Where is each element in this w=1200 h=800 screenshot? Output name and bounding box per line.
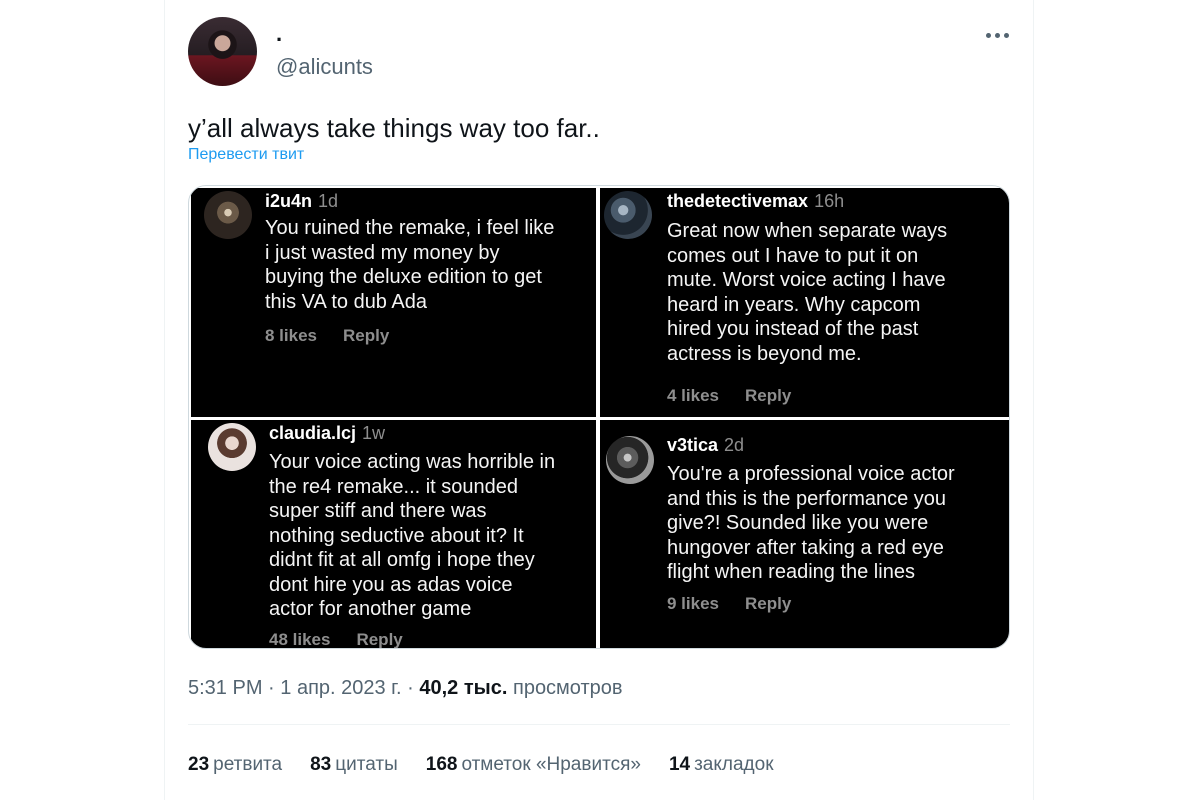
- comment-meta: 9 likes Reply: [667, 594, 792, 613]
- comment-text: You're a professional voice actor and th…: [667, 463, 955, 583]
- comment-screenshot: i2u4n 1d You ruined the remake, i feel li…: [191, 188, 596, 417]
- bookmarks-stat[interactable]: 14 закладок: [669, 753, 774, 777]
- tweet-media-image[interactable]: i2u4n 1d You ruined the remake, i feel li…: [188, 185, 1010, 649]
- display-name[interactable]: .: [276, 22, 282, 46]
- likes-stat[interactable]: 168 отметок «Нравится»: [426, 753, 641, 777]
- tweet-timestamp: 5:31 PM · 1 апр. 2023 г. · 40,2 тыс. про…: [188, 677, 623, 699]
- retweets-stat[interactable]: 23 ретвита: [188, 753, 282, 777]
- comment-meta: 48 likes Reply: [269, 630, 403, 649]
- column-border-right: [1033, 0, 1034, 800]
- translate-tweet-link[interactable]: Перевести твит: [188, 146, 304, 164]
- comment-text: Great now when separate ways comes out I…: [667, 220, 948, 365]
- comment-screenshot: thedetectivemax 16h Great now when separa…: [600, 188, 1009, 417]
- divider: [188, 724, 1010, 725]
- more-options-icon[interactable]: [983, 24, 1011, 46]
- comment-meta: 4 likes Reply: [667, 386, 792, 405]
- commenter-avatar: [208, 423, 256, 471]
- commenter-name: thedetectivemax 16h: [667, 191, 845, 211]
- commenter-avatar: [204, 191, 252, 239]
- tweet-text: y’all always take things way too far..: [188, 113, 600, 143]
- comment-screenshot: v3tica 2d You're a professional voice act…: [600, 420, 1009, 648]
- views-count: 40,2 тыс.: [419, 677, 508, 699]
- user-handle[interactable]: @alicunts: [276, 54, 373, 80]
- avatar[interactable]: [188, 17, 257, 86]
- comment-text: Your voice acting was horrible in the re…: [269, 451, 556, 620]
- commenter-name: i2u4n 1d: [265, 191, 339, 211]
- quotes-stat[interactable]: 83 цитаты: [310, 753, 398, 777]
- commenter-avatar: [604, 191, 652, 239]
- comment-screenshot: claudia.lcj 1w Your voice acting was horr…: [191, 420, 596, 648]
- commenter-name: claudia.lcj 1w: [269, 423, 386, 443]
- comment-meta: 8 likes Reply: [265, 326, 390, 345]
- tweet: . @alicunts y’all always take things way…: [165, 0, 1033, 800]
- commenter-name: v3tica 2d: [667, 435, 745, 455]
- tweet-stats: 23 ретвита 83 цитаты 168 отметок «Нравится»…: [188, 753, 802, 777]
- tweet-date[interactable]: 1 апр. 2023 г.: [280, 677, 401, 699]
- commenter-avatar: [606, 436, 654, 484]
- tweet-time[interactable]: 5:31 PM: [188, 677, 262, 699]
- comment-text: You ruined the remake, i feel like i jus…: [265, 217, 555, 313]
- views-label: просмотров: [512, 677, 623, 699]
